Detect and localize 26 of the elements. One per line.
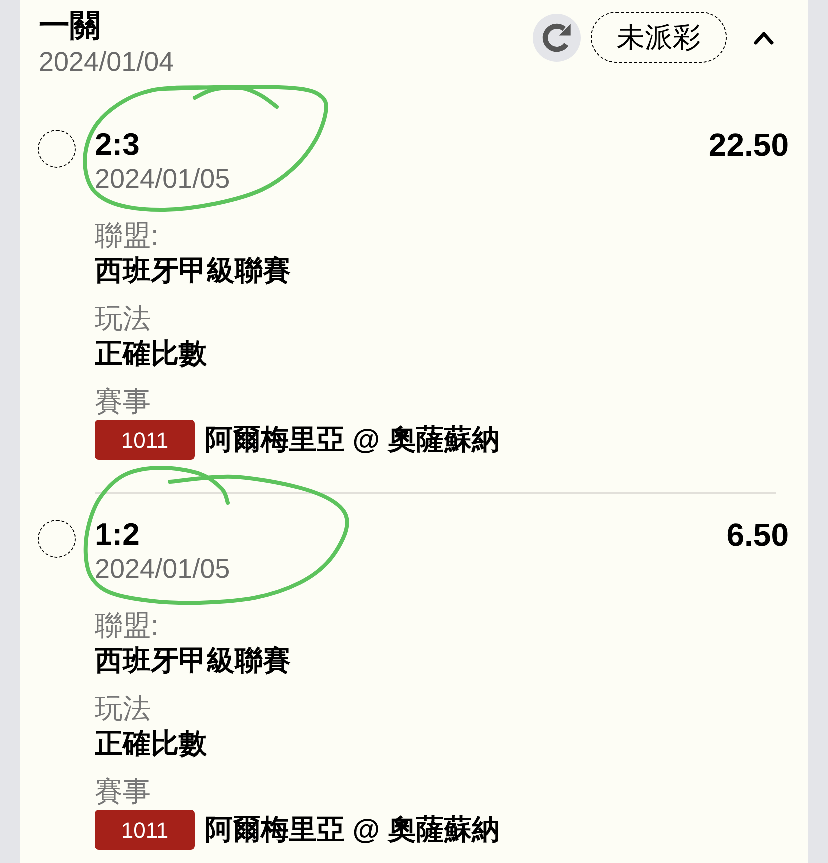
odds: 22.50 xyxy=(708,128,789,162)
match-teams: 阿爾梅里亞 @ 奧薩蘇納 xyxy=(205,813,500,847)
match-teams: 阿爾梅里亞 @ 奧薩蘇納 xyxy=(205,423,500,457)
field-value: 西班牙甲級聯賽 xyxy=(95,254,291,288)
status-badge: 未派彩 xyxy=(591,12,727,63)
bet-date: 2024/01/04 xyxy=(39,46,174,79)
field-value: 正確比數 xyxy=(95,727,207,761)
field-label: 玩法 xyxy=(95,692,151,726)
score: 1:2 xyxy=(95,518,140,552)
field-value: 正確比數 xyxy=(95,337,207,371)
bet-title: 一關 xyxy=(39,8,101,44)
field-value: 西班牙甲級聯賽 xyxy=(95,644,291,678)
chevron-up-icon xyxy=(754,30,774,44)
selection-date: 2024/01/05 xyxy=(95,553,230,586)
match-code-badge: 1011 xyxy=(95,420,195,460)
field-label: 玩法 xyxy=(95,302,151,336)
field-label: 聯盟: xyxy=(95,219,159,253)
field-label: 賽事 xyxy=(95,385,151,419)
refresh-icon xyxy=(542,22,572,52)
selection-date: 2024/01/05 xyxy=(95,163,230,196)
score: 2:3 xyxy=(95,128,140,162)
odds: 6.50 xyxy=(726,518,789,552)
match-code-badge: 1011 xyxy=(95,810,195,850)
refresh-button[interactable] xyxy=(533,14,581,62)
field-label: 聯盟: xyxy=(95,609,159,643)
field-label: 賽事 xyxy=(95,775,151,809)
